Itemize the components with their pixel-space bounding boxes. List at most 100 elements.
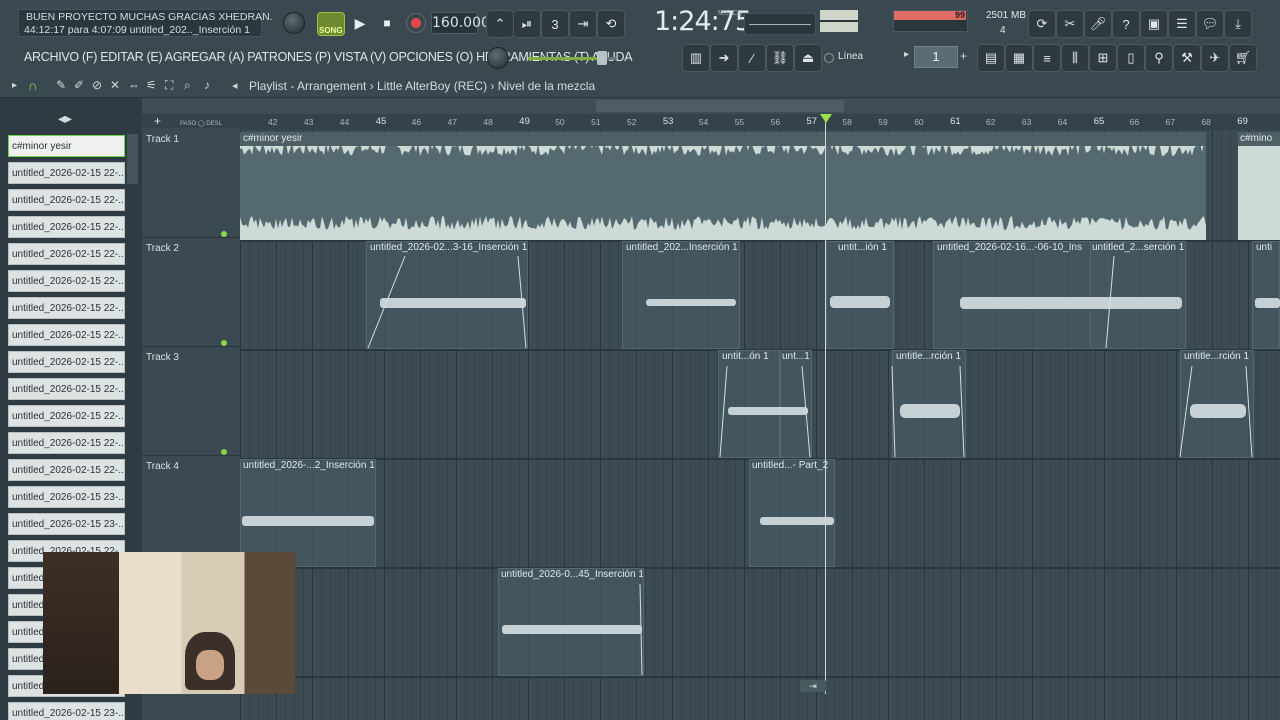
track-3-mute-led[interactable]	[221, 449, 227, 455]
download-icon[interactable]: ⤓	[1224, 10, 1252, 38]
add-pattern-icon[interactable]: +	[960, 49, 967, 63]
link-icon[interactable]: ⛓︎	[766, 44, 794, 72]
audio-clip-track1-next[interactable]	[1238, 132, 1280, 240]
brush-icon[interactable]: ⁄	[738, 44, 766, 72]
oscilloscope-monitor	[744, 13, 816, 35]
save-icon[interactable]: ▣	[1140, 10, 1168, 38]
magnet-snap-icon[interactable]: ∩	[28, 78, 37, 93]
track-header-3[interactable]	[142, 348, 240, 456]
slice-tool-icon[interactable]: ⚟	[146, 78, 157, 92]
select-tool-icon[interactable]: ⛶	[165, 78, 173, 93]
piano-roll-view-icon[interactable]: ≡	[1033, 44, 1061, 72]
chat-icon[interactable]: 💬︎	[1196, 10, 1224, 38]
audio-clip-track1[interactable]	[240, 132, 1206, 240]
playback-tool-icon[interactable]: ♪	[204, 78, 210, 92]
arrow-icon[interactable]: ➜	[710, 44, 738, 72]
browser-item[interactable]: untitled_2026-02-15 22-...	[8, 324, 125, 346]
track-header-4[interactable]	[142, 457, 240, 565]
horizontal-scrollbar-thumb[interactable]	[596, 100, 844, 112]
pattern-number[interactable]: 1	[914, 46, 958, 68]
channel-rack-icon[interactable]: ▦	[1005, 44, 1033, 72]
ruler-tick-label: 44	[339, 117, 350, 127]
track-1-mute-led[interactable]	[221, 231, 227, 237]
browser-item[interactable]: untitled_2026-02-15 22-...	[8, 378, 125, 400]
record-button[interactable]	[406, 13, 426, 33]
touch-keyboard-icon[interactable]: ✈	[1201, 44, 1229, 72]
browser-icon[interactable]: ⊞	[1089, 44, 1117, 72]
countdown-icon[interactable]: 3	[541, 10, 569, 38]
mixer-view-icon[interactable]: ⫼	[1061, 44, 1089, 72]
ruler-tick-label: 53	[662, 116, 674, 127]
snap-mode-select[interactable]: Línea	[838, 48, 898, 66]
track-2-mute-led[interactable]	[221, 340, 227, 346]
playhead-marker-icon[interactable]	[820, 114, 832, 123]
magnet-icon[interactable]	[824, 53, 834, 63]
track-2-name: Track 2	[146, 243, 179, 254]
step-edit-icon[interactable]: ⇥	[569, 10, 597, 38]
browser-item-selected[interactable]: c#minor yesir	[8, 135, 125, 157]
playlist-menu-arrow-icon[interactable]: ▸	[12, 80, 17, 91]
scroll-right-icon[interactable]: ⇥	[800, 680, 826, 692]
track-header-1[interactable]	[142, 130, 240, 238]
pitch-knob[interactable]	[487, 47, 509, 69]
timeline-ruler[interactable]	[240, 114, 1280, 130]
ruler-tick-label: 61	[950, 116, 961, 127]
playhead-line[interactable]	[825, 122, 826, 694]
zoom-tool-icon[interactable]: ⌕	[184, 78, 191, 93]
browser-item[interactable]: untitled_2026-02-15 23-...	[8, 513, 125, 535]
playlist-icon[interactable]: ▤	[977, 44, 1005, 72]
song-mode-label: SONG	[319, 26, 343, 35]
browser-item[interactable]: untitled_2026-02-15 22-...	[8, 216, 125, 238]
ruler-tick-label: 62	[986, 117, 996, 127]
slider-handle[interactable]	[597, 51, 607, 65]
plugin-icon[interactable]: ✂	[1056, 10, 1084, 38]
browser-item[interactable]: untitled_2026-02-15 22-...	[8, 297, 125, 319]
help-icon[interactable]: ?	[1112, 10, 1140, 38]
browser-item[interactable]: untitled_2026-02-15 23-...	[8, 702, 125, 720]
loop-record-icon[interactable]: ⟲	[597, 10, 625, 38]
mixer-icon[interactable]: ☰	[1168, 10, 1196, 38]
stamp-icon[interactable]: ⏏	[794, 44, 822, 72]
browser-item[interactable]: untitled_2026-02-15 23-...	[8, 486, 125, 508]
slip-tool-icon[interactable]: ⇔	[128, 78, 140, 92]
shop-icon[interactable]: 🛒︎	[1229, 44, 1257, 72]
ruler-tick-label: 50	[555, 117, 565, 127]
master-volume-knob[interactable]	[283, 12, 305, 34]
track-header-2[interactable]	[142, 239, 240, 347]
tools-icon[interactable]: ⚒	[1173, 44, 1201, 72]
browser-arrows-icon[interactable]: ◂▸	[58, 110, 72, 127]
master-volume-slider[interactable]	[528, 57, 602, 60]
step-prev-icon[interactable]: ▸	[904, 49, 909, 60]
browser-item[interactable]: untitled_2026-02-15 22-...	[8, 270, 125, 292]
browser-item[interactable]: untitled_2026-02-15 22-...	[8, 405, 125, 427]
browser-item[interactable]: untitled_2026-02-15 22-...	[8, 432, 125, 454]
clip-title-bar	[240, 132, 1206, 146]
project-icon[interactable]: ▯	[1117, 44, 1145, 72]
draw-tool-icon[interactable]: ✎	[56, 78, 66, 92]
step-toggle-icon[interactable]: PASO ◯ DESL	[180, 120, 222, 127]
piano-roll-icon[interactable]: ▥	[682, 44, 710, 72]
metronome-icon[interactable]: ⌃	[486, 10, 514, 38]
time-scroll-strip[interactable]	[142, 98, 1280, 114]
speaker-icon[interactable]: ◂	[232, 79, 238, 92]
browser-item[interactable]: untitled_2026-02-15 22-...	[8, 189, 125, 211]
browser-item[interactable]: untitled_2026-02-15 22-...	[8, 243, 125, 265]
browser-item[interactable]: untitled_2026-02-15 22-...	[8, 162, 125, 184]
play-icon[interactable]: ▶	[350, 13, 370, 33]
browser-item[interactable]: untitled_2026-02-15 22-...	[8, 351, 125, 373]
time-unit-label: M:S:CS	[718, 10, 743, 17]
mute-tool-icon[interactable]: ✕	[110, 78, 120, 92]
ruler-tick-label: 47	[447, 117, 457, 127]
ruler-tick-label: 42	[268, 117, 278, 127]
plugin-picker-icon[interactable]: ⚲	[1145, 44, 1173, 72]
delete-tool-icon[interactable]: ⊘	[92, 78, 102, 92]
stop-icon[interactable]: ■	[377, 13, 397, 33]
refresh-icon[interactable]: ⟳	[1028, 10, 1056, 38]
paint-tool-icon[interactable]: ✐	[74, 78, 84, 92]
tempo-display[interactable]: 160.000	[431, 12, 490, 34]
microphone-icon[interactable]: 🎤︎	[1084, 10, 1112, 38]
add-track-icon[interactable]: +	[154, 114, 161, 128]
wait-input-icon[interactable]: ⏯	[513, 10, 541, 38]
browser-item[interactable]: untitled_2026-02-15 22-...	[8, 459, 125, 481]
browser-scrollbar[interactable]	[127, 134, 138, 184]
